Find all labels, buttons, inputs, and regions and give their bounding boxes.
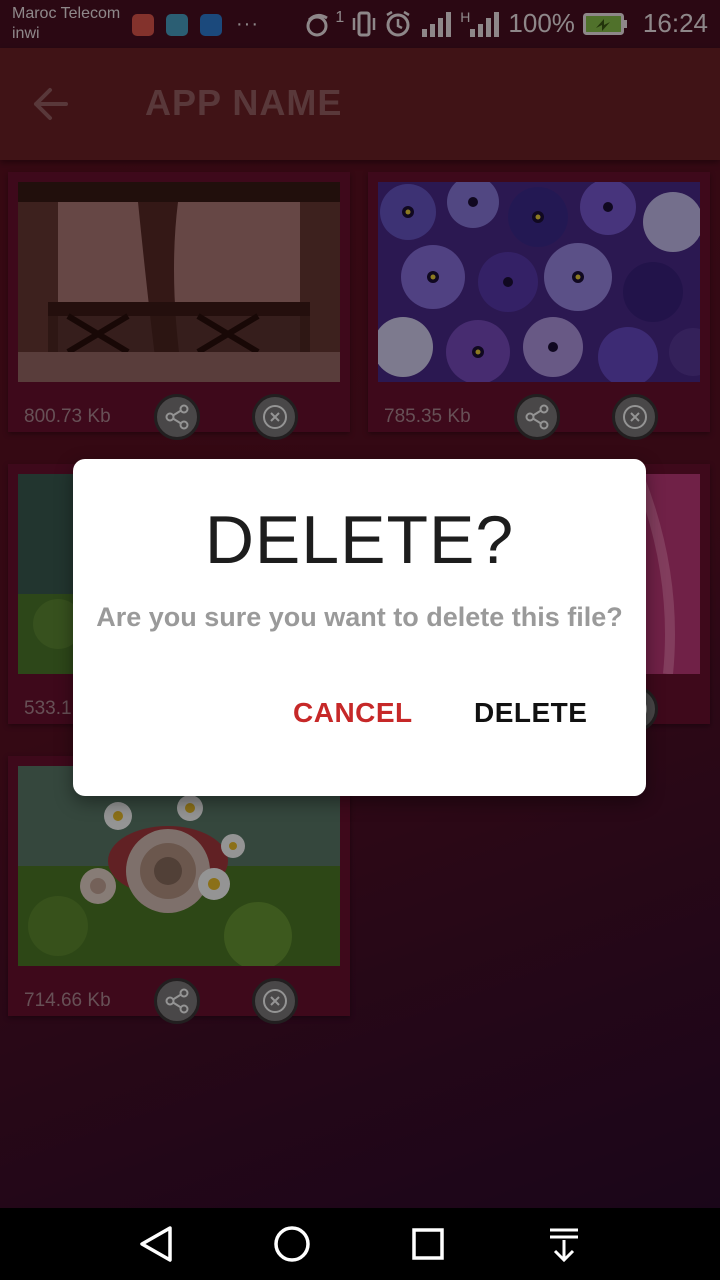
nav-notifications-button[interactable] (542, 1222, 586, 1266)
nav-recents-button[interactable] (406, 1222, 450, 1266)
home-circle-icon (274, 1226, 310, 1262)
dialog-message: Are you sure you want to delete this fil… (96, 602, 623, 632)
dialog-title: DELETE? (204, 502, 515, 578)
nav-home-button[interactable] (270, 1222, 314, 1266)
delete-dialog: DELETE? Are you sure you want to delete … (73, 459, 646, 796)
notifications-down-icon (550, 1228, 578, 1263)
cancel-button[interactable]: CANCEL (293, 697, 413, 729)
navigation-bar (0, 1208, 720, 1280)
back-triangle-icon (140, 1226, 172, 1262)
confirm-delete-button[interactable]: DELETE (474, 697, 587, 729)
recents-square-icon (412, 1228, 444, 1260)
nav-back-button[interactable] (134, 1222, 178, 1266)
